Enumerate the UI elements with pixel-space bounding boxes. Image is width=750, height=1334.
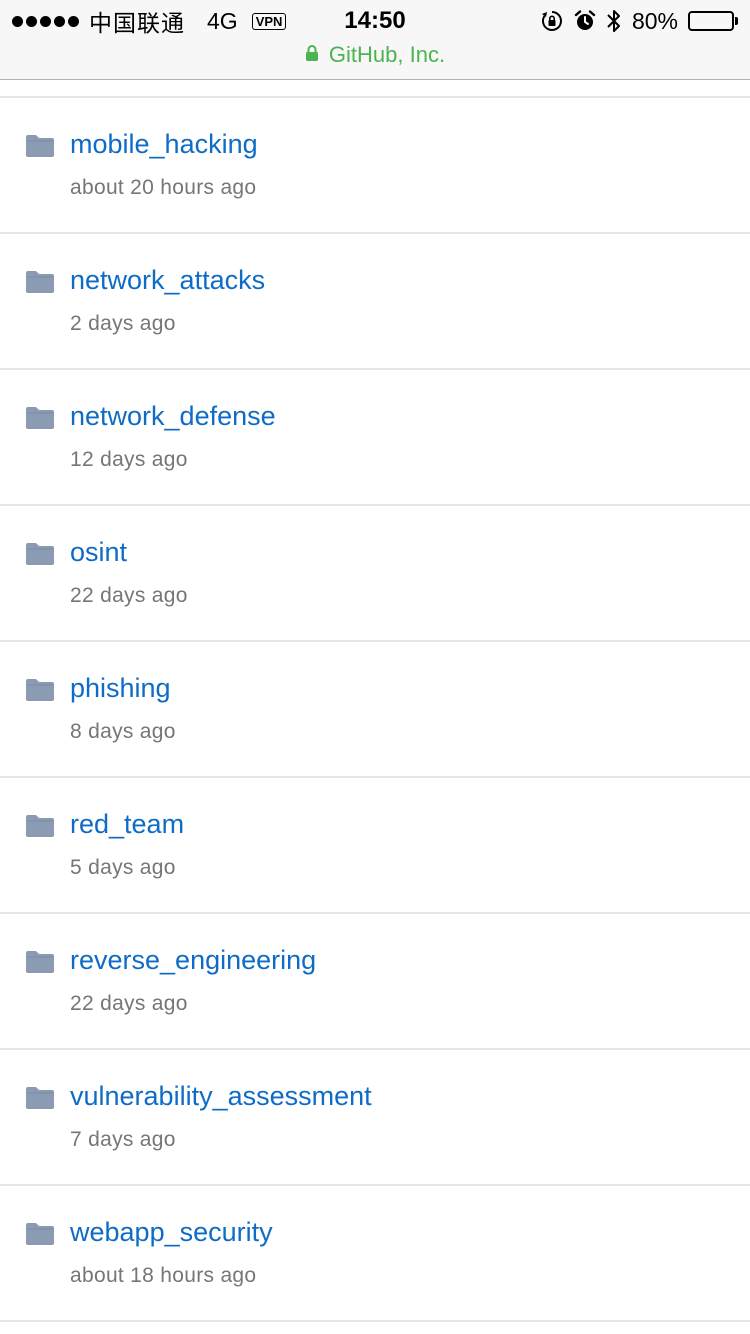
- folder-name-link[interactable]: webapp_security: [70, 1214, 273, 1250]
- last-updated-label: 7 days ago: [70, 1128, 176, 1151]
- list-item[interactable]: network_attacks 2 days ago: [0, 234, 750, 370]
- list-item[interactable]: mobile_hackingabout 20 hours ago: [0, 98, 750, 234]
- alarm-icon: [574, 10, 596, 32]
- status-bar: 中国联通 4G VPN 14:50 80% GitHub, Inc.: [0, 0, 750, 80]
- list-item[interactable]: webapp_securityabout 18 hours ago: [0, 1186, 750, 1322]
- orientation-lock-icon: [540, 9, 564, 33]
- last-updated-label: 12 days ago: [70, 448, 188, 471]
- last-updated-label: 8 days ago: [70, 720, 176, 743]
- folder-name-link[interactable]: osint: [70, 534, 127, 570]
- list-item[interactable]: phishing 8 days ago: [0, 642, 750, 778]
- battery-icon: [688, 11, 738, 31]
- folder-icon: [25, 1222, 55, 1246]
- bluetooth-icon: [606, 8, 622, 34]
- last-updated-label: 2 days ago: [70, 312, 176, 335]
- page: 中国联通 4G VPN 14:50 80% GitHub, Inc. mobil…: [0, 0, 750, 1334]
- folder-name-link[interactable]: red_team: [70, 806, 184, 842]
- last-updated-label: 22 days ago: [70, 584, 188, 607]
- folder-icon: [25, 134, 55, 158]
- list-item[interactable]: reverse_engineering 22 days ago: [0, 914, 750, 1050]
- folder-name-link[interactable]: reverse_engineering: [70, 942, 316, 978]
- last-updated-label: 22 days ago: [70, 992, 188, 1015]
- url-site-label: GitHub, Inc.: [328, 42, 446, 67]
- folder-icon: [25, 1086, 55, 1110]
- folder-icon: [25, 814, 55, 838]
- folder-name-link[interactable]: mobile_hacking: [70, 126, 258, 162]
- folder-icon: [25, 406, 55, 430]
- list-item[interactable]: network_defense 12 days ago: [0, 370, 750, 506]
- battery-percent: 80%: [631, 7, 678, 34]
- folder-name-link[interactable]: vulnerability_assessment: [70, 1078, 372, 1114]
- list-item[interactable]: osint 22 days ago: [0, 506, 750, 642]
- last-updated-label: about 20 hours ago: [70, 176, 257, 199]
- url-bar[interactable]: GitHub, Inc.: [0, 40, 750, 70]
- list-item[interactable]: red_team 5 days ago: [0, 778, 750, 914]
- status-right: 80%: [540, 6, 738, 36]
- folder-name-link[interactable]: network_defense: [70, 398, 276, 434]
- folder-icon: [25, 270, 55, 294]
- folder-icon: [25, 678, 55, 702]
- folder-icon: [25, 542, 55, 566]
- file-list: mobile_hacking about 20 hours ago network_…: [0, 98, 750, 1322]
- folder-name-link[interactable]: network_attacks: [70, 262, 265, 298]
- last-updated-label: 5 days ago: [70, 856, 176, 879]
- folder-name-link[interactable]: phishing: [70, 670, 171, 706]
- lock-icon: [305, 42, 319, 68]
- list-item[interactable]: vulnerability_assessment 7 days ago: [0, 1050, 750, 1186]
- folder-icon: [25, 950, 55, 974]
- last-updated-label: about 18 hours ago: [70, 1264, 257, 1287]
